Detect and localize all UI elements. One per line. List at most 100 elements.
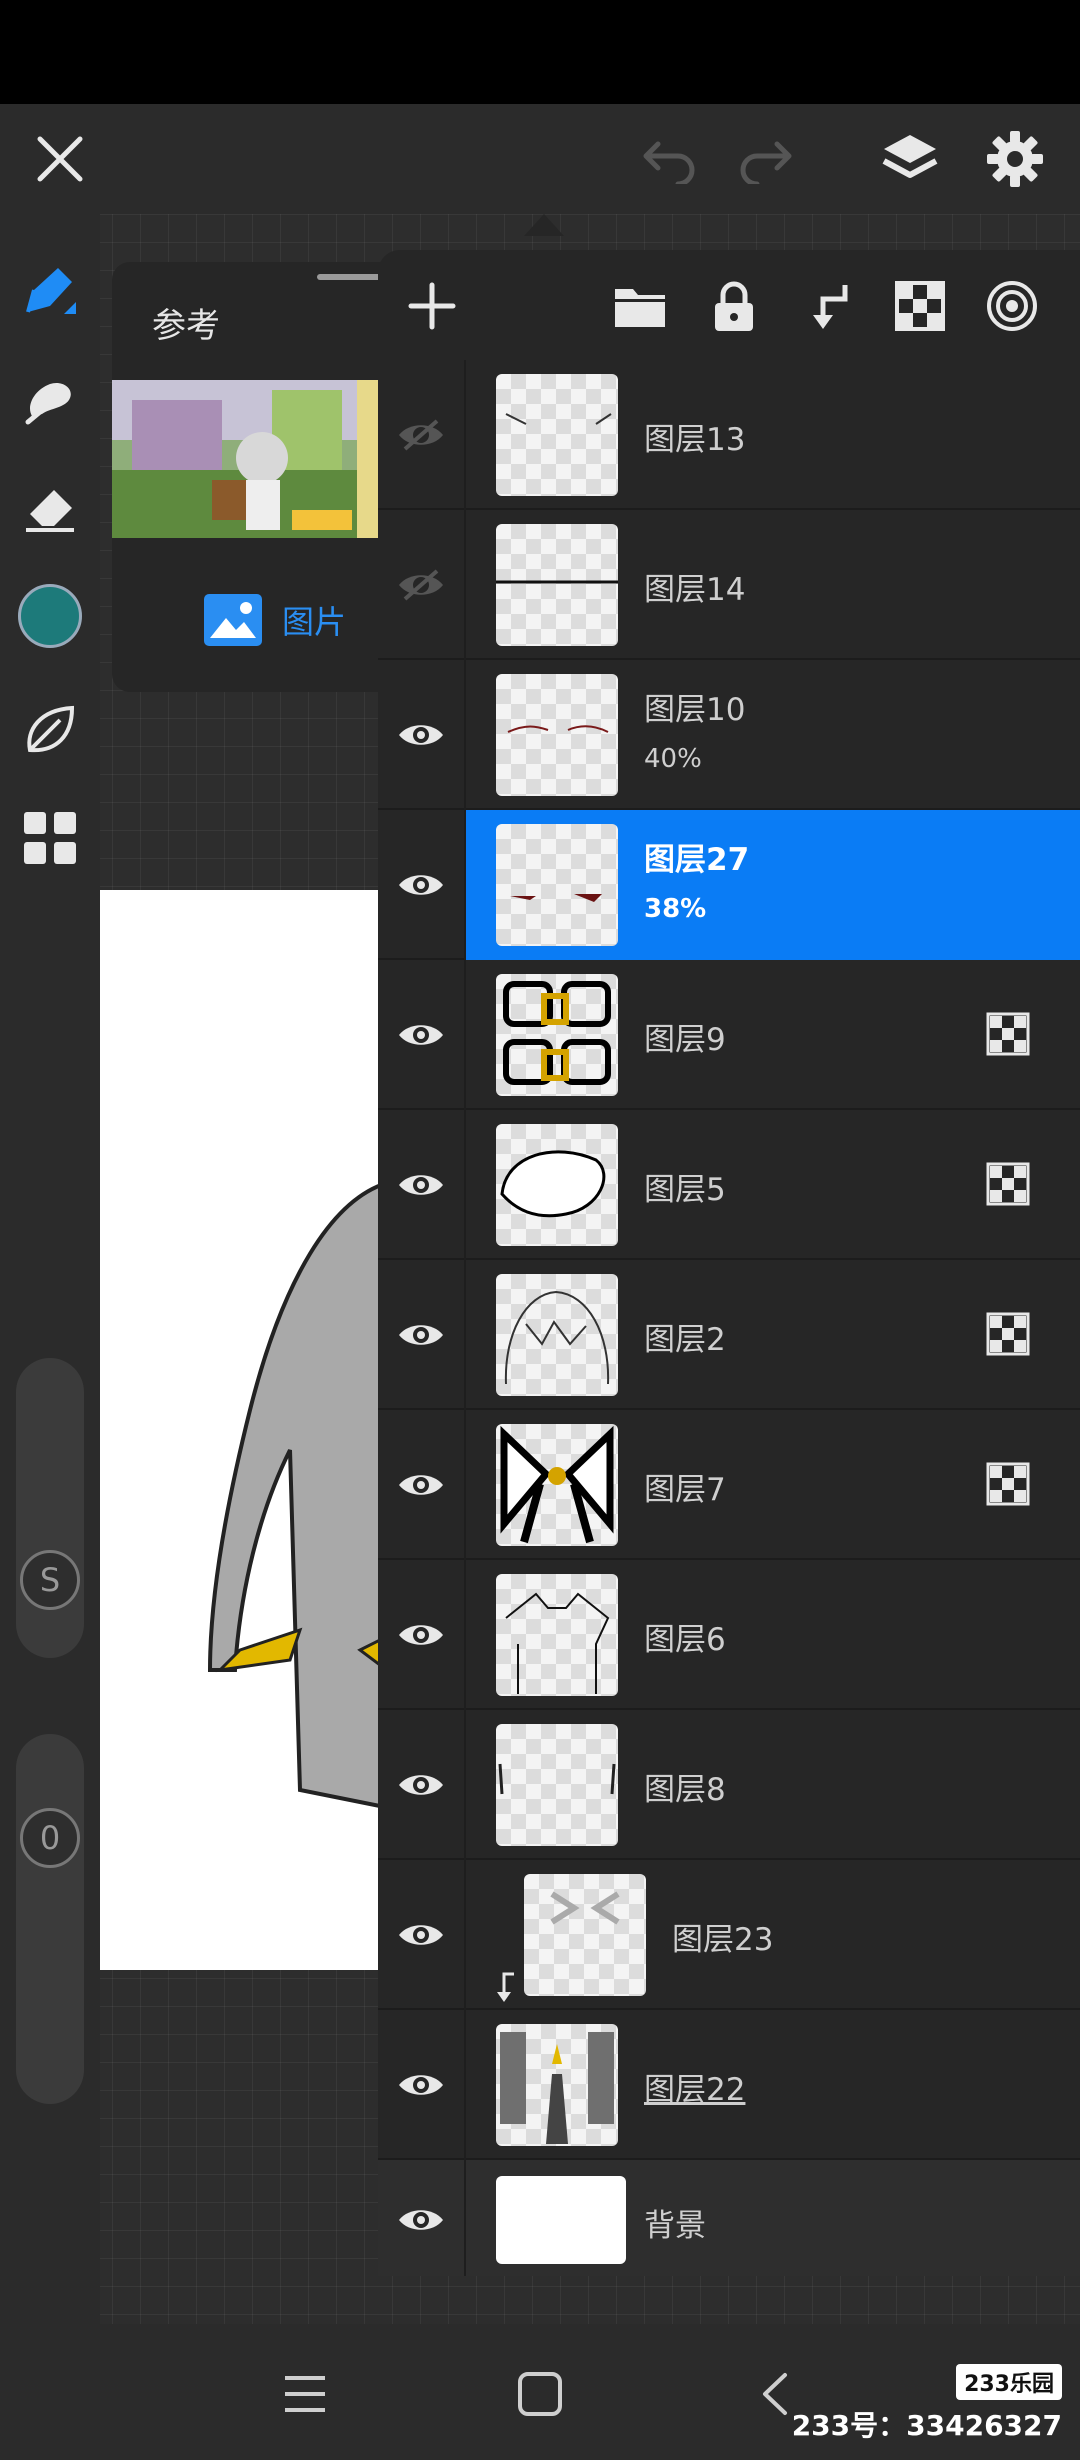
visibility-eye-icon[interactable] [378,1860,466,2010]
layer-name: 图层14 [644,572,746,608]
layers-icon[interactable] [868,104,952,214]
alpha-lock-icon[interactable] [986,1462,1030,1506]
layer-opacity: 40% [644,744,702,774]
layer-thumbnail [496,2024,618,2146]
watermark-logo: 233乐园 [956,2364,1062,2400]
menu-icon[interactable] [275,2364,335,2424]
reference-panel: 参考 图片 [112,262,402,692]
folder-icon[interactable] [606,272,674,340]
layer-name: 图层13 [644,422,746,458]
grid-icon[interactable] [0,788,100,888]
redo-icon[interactable] [725,104,805,214]
layer-content[interactable]: 图层14 [466,510,1080,660]
layer-row[interactable]: 图层23 [378,1860,1080,2010]
layer-name: 图层10 [644,692,746,728]
alpha-lock-icon[interactable] [986,1162,1030,1206]
reference-image-button[interactable]: 图片 [202,590,346,650]
brush-size-slider[interactable] [16,1358,84,1658]
close-icon[interactable] [20,104,100,214]
checker-icon[interactable] [886,272,954,340]
visibility-eye-icon[interactable] [378,1560,466,1710]
layer-content[interactable]: 图层27 38% [466,810,1080,960]
layer-thumbnail [496,1424,618,1546]
visibility-eye-icon[interactable] [378,960,466,1110]
undo-icon[interactable] [630,104,710,214]
home-icon[interactable] [510,2364,570,2424]
brush-opacity-slider[interactable] [16,1734,84,2104]
layer-row[interactable]: 图层9 [378,960,1080,1110]
visibility-eye-icon[interactable] [378,1260,466,1410]
layer-row[interactable]: 图层6 [378,1560,1080,1710]
eraser-icon[interactable] [0,458,100,558]
visibility-eye-icon[interactable] [378,660,466,810]
alpha-lock-icon[interactable] [986,1312,1030,1356]
color-swatch[interactable] [0,566,100,666]
clipping-arrow-icon [492,1972,516,2008]
visibility-eye-icon[interactable] [378,810,466,960]
layer-thumbnail [524,1874,646,1996]
target-icon[interactable] [978,272,1046,340]
status-bar [0,0,1080,104]
layer-row[interactable]: 图层5 [378,1110,1080,1260]
merge-down-icon[interactable] [794,272,862,340]
layer-row[interactable]: 图层22 [378,2010,1080,2160]
layer-thumbnail [496,674,618,796]
smudge-icon[interactable] [0,348,100,448]
layer-thumbnail [496,374,618,496]
alpha-lock-icon[interactable] [986,1012,1030,1056]
layer-row[interactable]: 图层14 [378,510,1080,660]
visibility-eye-icon[interactable] [378,1410,466,1560]
layer-row[interactable]: 图层10 40% [378,660,1080,810]
visibility-eye-icon[interactable] [378,2160,466,2276]
layer-content[interactable]: 图层9 [466,960,1080,1110]
layer-content[interactable]: 背景 [466,2160,1080,2276]
layer-thumbnail [496,1124,618,1246]
left-toolbar: S 0 [0,214,100,2324]
layer-name: 图层8 [644,1772,726,1808]
add-layer-icon[interactable] [398,272,466,340]
layer-row[interactable]: 图层13 [378,360,1080,510]
visibility-hidden-icon[interactable] [378,360,466,510]
brush-size-knob[interactable]: S [20,1550,80,1610]
layer-content[interactable]: 图层10 40% [466,660,1080,810]
layer-content[interactable]: 图层8 [466,1710,1080,1860]
layer-content[interactable]: 图层22 [466,2010,1080,2160]
layers-panel-caret [524,214,564,236]
layer-row[interactable]: 图层7 [378,1410,1080,1560]
watermark-id: 233号：33426327 [791,2409,1062,2442]
layer-name: 图层7 [644,1472,726,1508]
reference-title: 参考 [152,306,220,346]
layer-content[interactable]: 图层6 [466,1560,1080,1710]
layers-panel: 图层13 图层14 图层10 40% 图层27 38% 图层9 图层5 图层2 图层7 图层6 图层8… [378,250,1080,2276]
layer-thumbnail [496,1574,618,1696]
visibility-eye-icon[interactable] [378,1110,466,1260]
layer-thumbnail [496,2176,626,2264]
layer-name: 图层6 [644,1622,726,1658]
reference-drag-handle[interactable] [317,274,387,280]
layer-row[interactable]: 图层2 [378,1260,1080,1410]
layer-content[interactable]: 图层7 [466,1410,1080,1560]
reference-image[interactable] [112,380,402,538]
lock-icon[interactable] [700,272,768,340]
layer-opacity: 38% [644,894,707,924]
layer-content[interactable]: 图层2 [466,1260,1080,1410]
layer-content[interactable]: 图层5 [466,1110,1080,1260]
layer-content[interactable]: 图层23 [466,1860,1080,2010]
layer-row[interactable]: 图层8 [378,1710,1080,1860]
drawing-canvas[interactable] [100,890,400,1970]
watermark: 233乐园 233号：33426327 [792,2364,1062,2444]
visibility-hidden-icon[interactable] [378,510,466,660]
layer-row[interactable]: 背景 [378,2160,1080,2276]
brush-opacity-knob[interactable]: 0 [20,1808,80,1868]
layer-row[interactable]: 图层27 38% [378,810,1080,960]
layer-name: 图层22 [644,2072,746,2108]
settings-icon[interactable] [975,104,1055,214]
image-icon [204,594,262,646]
leaf-icon[interactable] [0,680,100,780]
visibility-eye-icon[interactable] [378,1710,466,1860]
layer-name: 图层5 [644,1172,726,1208]
layer-content[interactable]: 图层13 [466,360,1080,510]
layer-thumbnail [496,824,618,946]
pen-icon[interactable] [0,240,100,340]
visibility-eye-icon[interactable] [378,2010,466,2160]
